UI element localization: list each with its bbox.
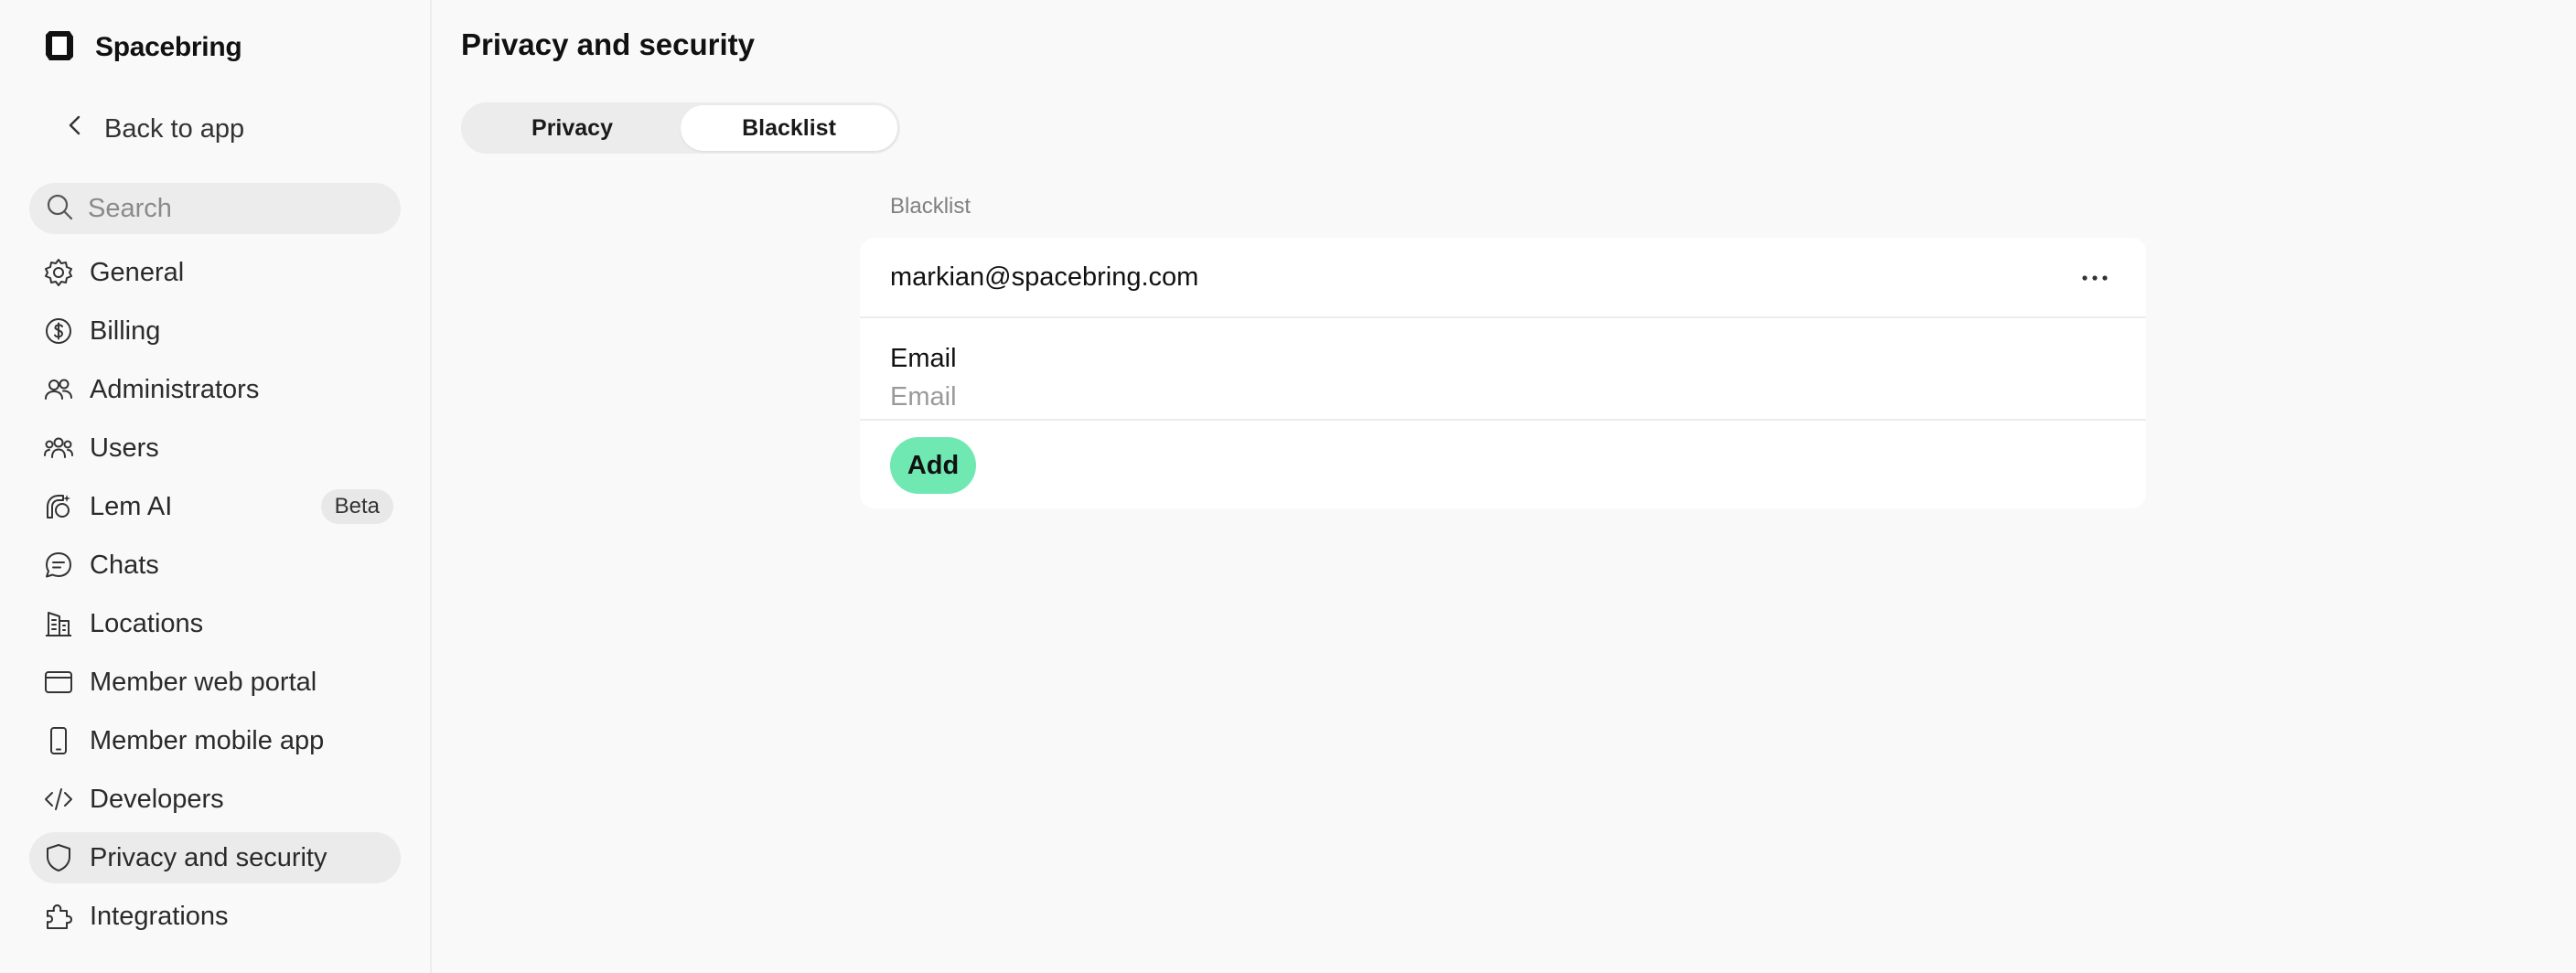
sidebar-item-label: Chats	[90, 550, 159, 580]
beta-badge: Beta	[320, 489, 393, 524]
search-icon	[44, 191, 75, 227]
sidebar-item-label: Billing	[90, 315, 161, 346]
sidebar-item-administrators[interactable]: Administrators	[29, 364, 401, 415]
sidebar-item-label: General	[90, 257, 185, 287]
more-options-button[interactable]	[2075, 258, 2115, 298]
gear-icon	[42, 256, 75, 289]
sidebar-item-locations[interactable]: Locations	[29, 598, 401, 649]
code-icon	[42, 783, 75, 816]
sidebar-item-privacy-and-security[interactable]: Privacy and security	[29, 832, 401, 883]
sidebar-item-label: Administrators	[90, 374, 260, 404]
sidebar-item-label: Users	[90, 433, 159, 463]
spacebring-logo-icon	[42, 27, 77, 69]
sidebar-item-billing[interactable]: Billing	[29, 305, 401, 357]
mobile-icon	[42, 724, 75, 757]
more-horizontal-icon	[2081, 270, 2109, 286]
settings-nav: General Billing Administrators Users Lem…	[29, 247, 401, 949]
sidebar-item-label: Member web portal	[90, 667, 317, 697]
tab-bar: Privacy Blacklist	[461, 102, 900, 154]
sidebar-item-chats[interactable]: Chats	[29, 540, 401, 591]
building-icon	[42, 607, 75, 640]
back-to-app-label: Back to app	[104, 113, 245, 144]
sidebar-item-general[interactable]: General	[29, 247, 401, 298]
puzzle-icon	[42, 900, 75, 933]
sidebar-item-users[interactable]: Users	[29, 422, 401, 474]
brand-name: Spacebring	[95, 32, 242, 62]
sidebar-item-label: Lem AI	[90, 491, 173, 521]
sidebar-item-label: Integrations	[90, 901, 229, 931]
ai-icon	[42, 490, 75, 523]
email-field-block: Email	[860, 318, 2146, 421]
chevron-left-icon	[62, 112, 88, 145]
sidebar-item-label: Developers	[90, 784, 224, 814]
sidebar: Spacebring Back to app General Billing	[0, 0, 432, 973]
blacklist-card: markian@spacebring.com Email Add	[860, 238, 2146, 508]
brand[interactable]: Spacebring	[42, 27, 242, 68]
sidebar-item-member-mobile-app[interactable]: Member mobile app	[29, 715, 401, 766]
sidebar-item-label: Locations	[90, 608, 204, 638]
email-field-label: Email	[890, 344, 957, 373]
page-title: Privacy and security	[461, 27, 756, 61]
search-input[interactable]	[88, 193, 381, 224]
sidebar-item-integrations[interactable]: Integrations	[29, 891, 401, 942]
blacklist-email: markian@spacebring.com	[890, 262, 1199, 292]
sidebar-item-lem-ai[interactable]: Lem AI Beta	[29, 481, 401, 532]
sidebar-item-label: Privacy and security	[90, 842, 327, 872]
sidebar-item-developers[interactable]: Developers	[29, 774, 401, 825]
add-button[interactable]: Add	[890, 437, 976, 494]
user-group-icon	[42, 432, 75, 465]
users-icon	[42, 373, 75, 406]
sidebar-item-member-web-portal[interactable]: Member web portal	[29, 657, 401, 708]
dollar-circle-icon	[42, 315, 75, 348]
blacklist-entry: markian@spacebring.com	[860, 238, 2146, 318]
section-label: Blacklist	[890, 194, 971, 219]
chat-icon	[42, 549, 75, 582]
back-to-app-link[interactable]: Back to app	[46, 108, 244, 150]
tab-privacy[interactable]: Privacy	[464, 105, 681, 151]
sidebar-item-label: Member mobile app	[90, 725, 325, 755]
shield-icon	[42, 841, 75, 874]
search-box[interactable]	[29, 183, 401, 234]
main-content: Privacy and security Privacy Blacklist B…	[434, 0, 2576, 973]
email-field[interactable]	[890, 379, 2079, 415]
browser-icon	[42, 666, 75, 699]
tab-blacklist[interactable]: Blacklist	[681, 105, 897, 151]
